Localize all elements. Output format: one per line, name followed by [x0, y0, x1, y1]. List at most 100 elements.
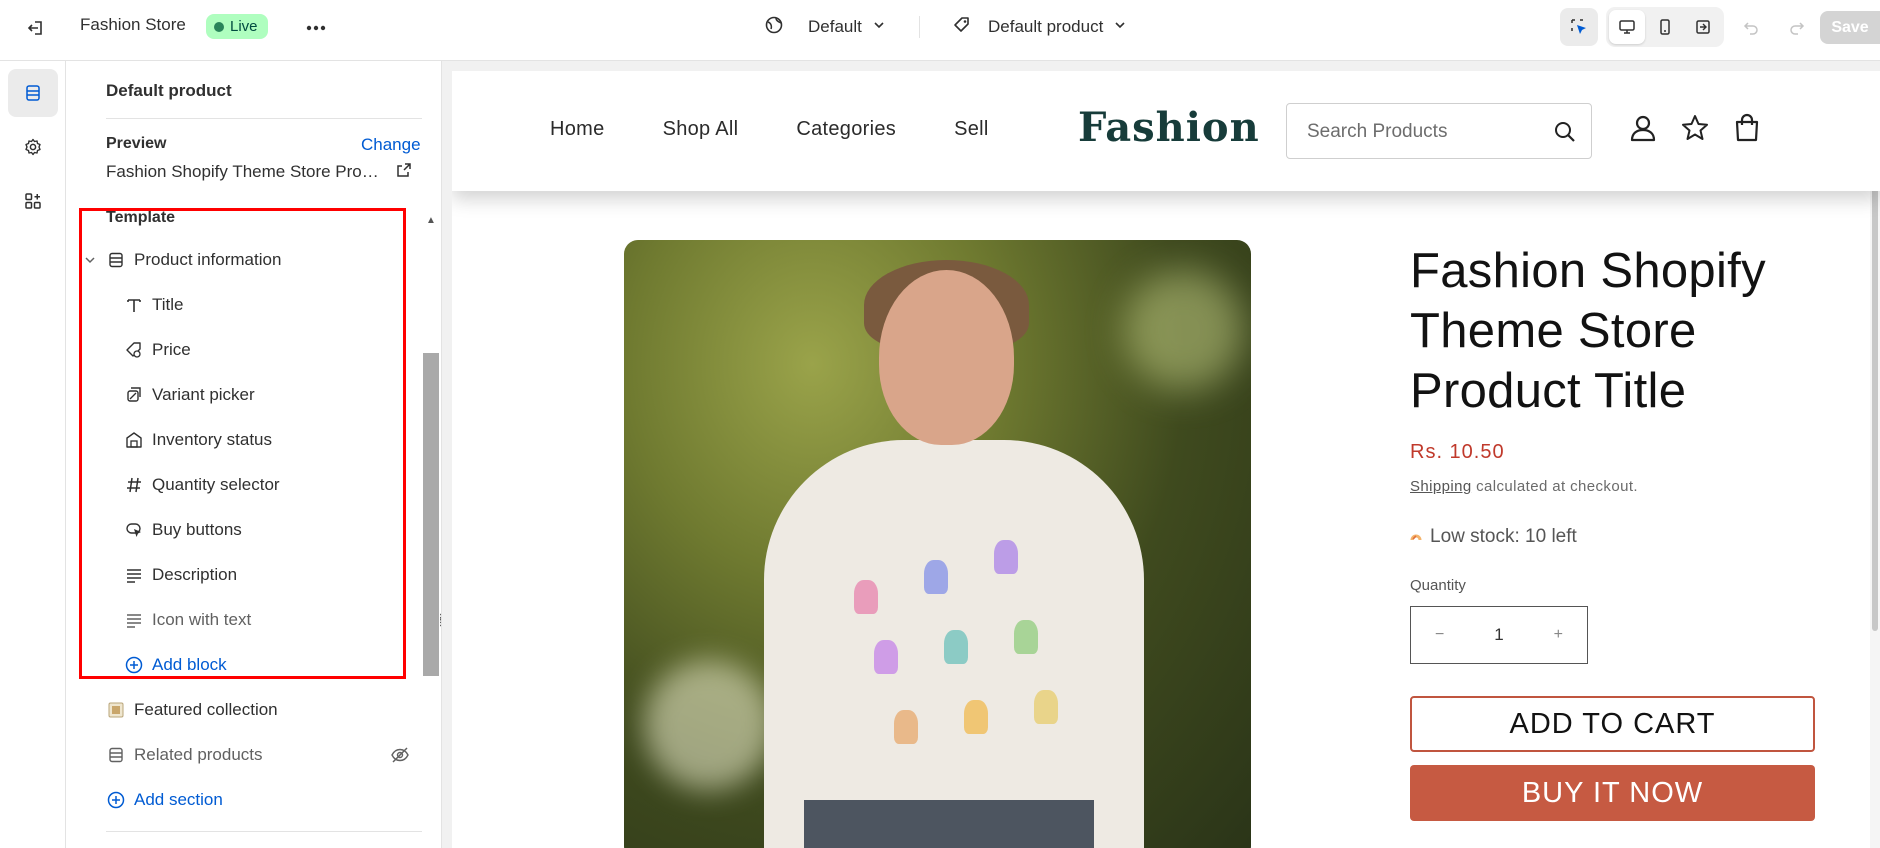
add-to-cart-button[interactable]: ADD TO CART [1410, 696, 1815, 752]
section-icon [106, 745, 126, 765]
external-link-icon[interactable] [396, 162, 416, 182]
block-title[interactable]: Title [124, 285, 184, 325]
print-figure [924, 560, 948, 594]
nav-item-sell[interactable]: Sell [954, 118, 989, 141]
inventory-text: Low stock: 10 left [1430, 526, 1577, 547]
preview-product-name: Fashion Shopify Theme Store Product Titl… [106, 162, 382, 181]
search-icon[interactable] [1553, 120, 1577, 149]
bokeh [1124, 270, 1244, 390]
nav-item-home[interactable]: Home [550, 118, 605, 141]
add-section-button[interactable]: Add section [106, 780, 223, 820]
mobile-icon[interactable] [1647, 10, 1683, 44]
template-select[interactable]: Default product [952, 12, 1127, 42]
add-block-button[interactable]: Add block [124, 645, 227, 685]
block-variant-picker[interactable]: Variant picker [124, 375, 255, 415]
block-label: Title [152, 295, 184, 314]
section-label: Featured collection [134, 700, 278, 719]
apps-icon[interactable] [8, 177, 58, 225]
sections-icon[interactable] [8, 69, 58, 117]
tag-icon [952, 15, 972, 40]
buy-now-button[interactable]: BUY IT NOW [1410, 765, 1815, 821]
section-icon [106, 250, 126, 270]
divider [106, 831, 422, 832]
block-quantity-selector[interactable]: Quantity selector [124, 465, 280, 505]
block-label: Quantity selector [152, 475, 280, 494]
jeans [804, 800, 1094, 848]
live-dot-icon [214, 21, 224, 32]
section-label: Product information [134, 250, 282, 269]
store-name: Fashion Store [80, 15, 186, 34]
shipping-text: calculated at checkout. [1471, 478, 1638, 495]
change-preview-link[interactable]: Change [361, 135, 421, 155]
search-input[interactable]: Search Products [1286, 103, 1592, 159]
plus-circle-icon [124, 655, 144, 675]
globe-icon [764, 15, 784, 40]
tree-section-related-products[interactable]: Related products [106, 735, 441, 775]
product-price: Rs. 10.50 [1410, 441, 1505, 463]
shipping-link[interactable]: Shipping [1410, 478, 1472, 495]
shipping-note: Shipping calculated at checkout. [1410, 478, 1638, 495]
topbar-divider [919, 16, 920, 38]
theme-settings-icon[interactable] [8, 123, 58, 171]
product-title: Fashion Shopify Theme Store Product Titl… [1410, 244, 1766, 418]
print-figure [874, 640, 898, 674]
variant-icon [124, 385, 144, 405]
exit-icon[interactable] [22, 14, 50, 42]
eye-hidden-icon[interactable] [390, 745, 410, 770]
inventory-status: Low stock: 10 left [1410, 526, 1577, 548]
block-inventory-status[interactable]: Inventory status [124, 420, 272, 460]
save-button[interactable]: Save [1820, 11, 1880, 44]
status-badge: Live [206, 14, 268, 39]
paragraph-icon [124, 565, 144, 585]
block-label: Variant picker [152, 385, 255, 404]
print-figure [994, 540, 1018, 574]
chevron-down-icon[interactable] [84, 254, 100, 266]
editor-topbar: Fashion Store Live Default Default produ… [0, 0, 1880, 61]
low-stock-icon [1410, 526, 1422, 548]
print-figure [1034, 690, 1058, 724]
bokeh [644, 660, 774, 790]
sidebar-scrollbar-thumb[interactable] [423, 353, 439, 676]
preview-scrollbar-thumb[interactable] [1872, 131, 1878, 631]
print-figure [1014, 620, 1038, 654]
product-image[interactable] [624, 240, 1251, 848]
editor-sidebar: Default product Preview Change Fashion S… [66, 61, 442, 848]
status-badge-label: Live [230, 18, 258, 35]
scroll-up-arrow-icon[interactable]: ▲ [426, 215, 436, 226]
increase-button[interactable]: + [1554, 626, 1563, 644]
block-buy-buttons[interactable]: Buy buttons [124, 510, 242, 550]
redo-icon[interactable] [1778, 8, 1816, 46]
search-placeholder: Search Products [1307, 121, 1448, 142]
store-header: Home Shop All Categories Sell Fashion Se… [452, 71, 1880, 191]
more-actions-button[interactable] [300, 14, 332, 42]
block-label: Description [152, 565, 238, 584]
store-logo[interactable]: Fashion [1078, 104, 1260, 151]
quantity-value[interactable]: 1 [1494, 625, 1503, 645]
desktop-icon[interactable] [1609, 10, 1645, 44]
quantity-stepper[interactable]: − 1 + [1410, 606, 1588, 664]
wishlist-star-icon[interactable] [1680, 113, 1710, 148]
cart-bag-icon[interactable] [1732, 113, 1762, 148]
tree-section-product-information[interactable]: Product information [84, 240, 281, 280]
block-label: Buy buttons [152, 520, 242, 539]
undo-icon[interactable] [1732, 8, 1770, 46]
template-label: Template [106, 209, 176, 226]
add-section-label: Add section [134, 790, 223, 809]
fullscreen-icon[interactable] [1685, 10, 1721, 44]
block-icon-with-text[interactable]: Icon with text [124, 600, 441, 640]
block-label: Icon with text [152, 610, 252, 629]
account-icon[interactable] [1628, 113, 1658, 148]
print-figure [944, 630, 968, 664]
template-select-label: Default product [988, 17, 1104, 36]
inspector-button[interactable] [1560, 8, 1598, 46]
block-price[interactable]: Price [124, 330, 191, 370]
price-tag-icon [124, 340, 144, 360]
nav-item-shop-all[interactable]: Shop All [663, 118, 739, 141]
decrease-button[interactable]: − [1435, 626, 1444, 644]
theme-select[interactable]: Default [764, 12, 886, 42]
nav-item-categories[interactable]: Categories [796, 118, 896, 141]
cursor-icon [124, 520, 144, 540]
tree-section-featured-collection[interactable]: Featured collection [106, 690, 278, 730]
block-description[interactable]: Description [124, 555, 237, 595]
plus-circle-icon [106, 790, 126, 810]
